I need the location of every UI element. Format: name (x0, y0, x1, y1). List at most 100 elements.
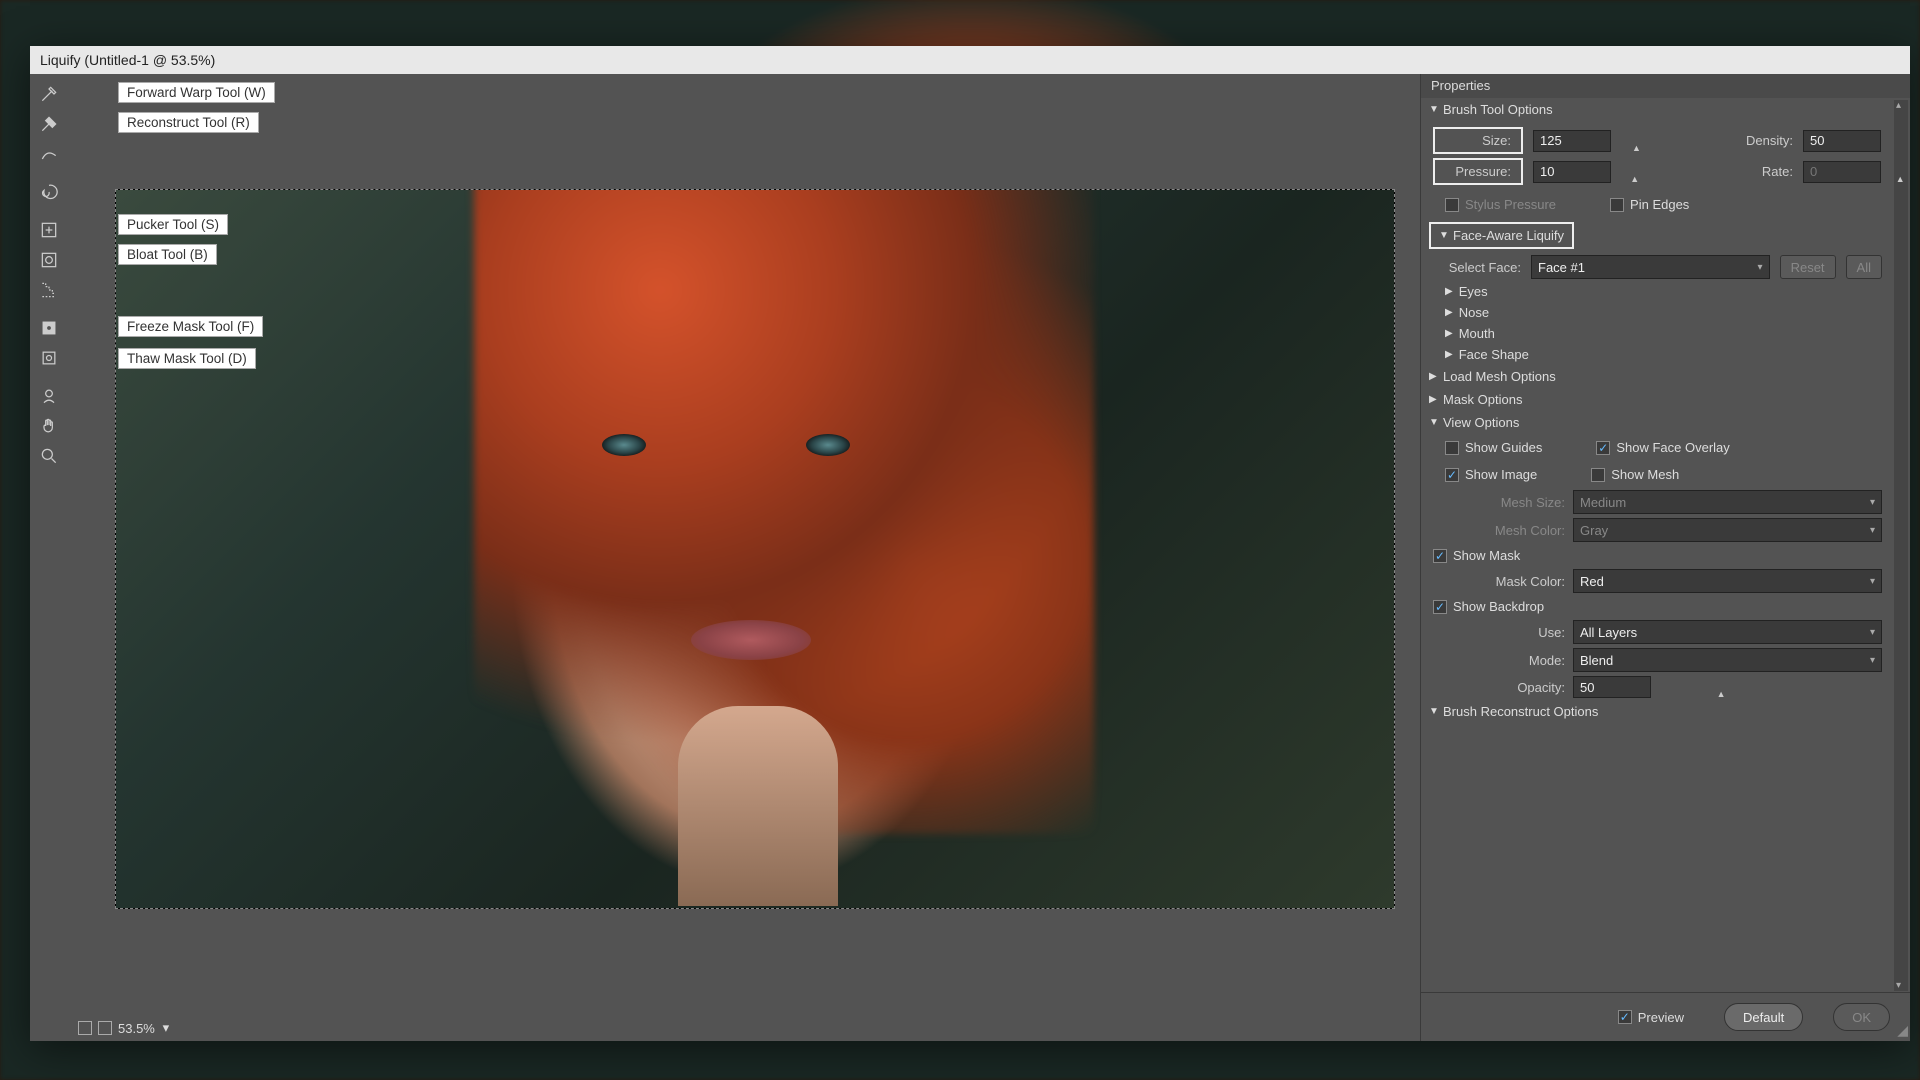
smooth-tool[interactable] (34, 140, 64, 168)
all-button[interactable]: All (1846, 255, 1882, 279)
subsection-eyes[interactable]: ▶Eyes (1421, 281, 1894, 302)
pressure-input[interactable] (1533, 161, 1611, 183)
pin-edges-checkbox[interactable] (1610, 198, 1624, 212)
section-load-mesh[interactable]: ▶ Load Mesh Options (1421, 365, 1894, 388)
show-mask-checkbox[interactable] (1433, 549, 1447, 563)
reconstruct-tool[interactable] (34, 110, 64, 138)
resize-grip-icon[interactable]: ◢ (1897, 1022, 1908, 1039)
opacity-slider[interactable] (1659, 692, 1779, 696)
show-backdrop-checkbox[interactable] (1433, 600, 1447, 614)
panel-title: Properties (1421, 74, 1910, 98)
show-backdrop-label: Show Backdrop (1453, 599, 1544, 614)
canvas-container: 53.5% ▾ Forward Warp Tool (W) Reconstruc… (68, 74, 1420, 1041)
subsection-mouth[interactable]: ▶ Mouth (1421, 323, 1894, 344)
properties-panel: Properties ▼ Brush Tool Options Size: De… (1420, 74, 1910, 1041)
chevron-right-icon: ▶ (1429, 394, 1439, 405)
size-slider[interactable] (1623, 146, 1713, 150)
preview-label: Preview (1638, 1010, 1684, 1025)
stylus-pressure-checkbox (1445, 198, 1459, 212)
view-toggle-1[interactable] (78, 1021, 92, 1035)
tooltip-bloat: Bloat Tool (B) (118, 244, 217, 265)
show-guides-label: Show Guides (1465, 440, 1542, 455)
tooltip-thaw: Thaw Mask Tool (D) (118, 348, 256, 369)
rate-input (1803, 161, 1881, 183)
scrollbar[interactable] (1894, 100, 1908, 991)
mesh-color-dropdown: Gray▾ (1573, 518, 1882, 542)
subsection-nose[interactable]: ▶Nose (1421, 302, 1894, 323)
freeze-mask-tool[interactable] (34, 314, 64, 342)
section-label: View Options (1443, 415, 1519, 430)
select-face-dropdown[interactable]: Face #1 ▾ (1531, 255, 1770, 279)
section-label: Brush Tool Options (1443, 102, 1553, 117)
window-title: Liquify (Untitled-1 @ 53.5%) (40, 52, 215, 68)
image-preview-detail (806, 434, 850, 456)
show-guides-checkbox[interactable] (1445, 441, 1459, 455)
subsection-label: Mouth (1459, 326, 1495, 341)
pucker-tool[interactable] (34, 216, 64, 244)
face-tool[interactable] (34, 382, 64, 410)
density-label: Density: (1723, 133, 1793, 148)
pressure-slider[interactable] (1623, 177, 1713, 181)
liquify-dialog: Liquify (Untitled-1 @ 53.5%) (30, 46, 1910, 1041)
mask-color-label: Mask Color: (1445, 574, 1565, 589)
view-toggle-2[interactable] (98, 1021, 112, 1035)
mesh-color-label: Mesh Color: (1445, 523, 1565, 538)
mesh-size-dropdown: Medium ▾ (1573, 490, 1882, 514)
forward-warp-tool[interactable] (34, 80, 64, 108)
chevron-right-icon: ▶ (1445, 307, 1453, 318)
section-face-aware[interactable]: ▼ Face-Aware Liquify (1429, 222, 1574, 249)
mode-value: Blend (1580, 653, 1613, 668)
mask-color-dropdown[interactable]: Red ▾ (1573, 569, 1882, 593)
push-left-tool[interactable] (34, 276, 64, 304)
status-bar: 53.5% ▾ (68, 1015, 1420, 1041)
density-input[interactable] (1803, 130, 1881, 152)
chevron-right-icon: ▶ (1445, 349, 1453, 360)
reset-button[interactable]: Reset (1780, 255, 1836, 279)
show-image-checkbox[interactable] (1445, 468, 1459, 482)
section-brush-tool-options[interactable]: ▼ Brush Tool Options (1421, 98, 1894, 121)
zoom-tool[interactable] (34, 442, 64, 470)
chevron-right-icon: ▶ (1445, 328, 1453, 339)
thaw-mask-tool[interactable] (34, 344, 64, 372)
default-button[interactable]: Default (1724, 1003, 1803, 1031)
use-label: Use: (1445, 625, 1565, 640)
mode-dropdown[interactable]: Blend▾ (1573, 648, 1882, 672)
size-label[interactable]: Size: (1433, 127, 1523, 154)
section-label: Brush Reconstruct Options (1443, 704, 1598, 719)
select-face-value: Face #1 (1538, 260, 1585, 275)
tooltip-pucker: Pucker Tool (S) (118, 214, 228, 235)
subsection-face-shape[interactable]: ▶Face Shape (1421, 344, 1894, 365)
preview-checkbox[interactable] (1618, 1010, 1632, 1024)
panel-footer: Preview Default OK (1421, 992, 1910, 1041)
section-label: Load Mesh Options (1443, 369, 1556, 384)
density-slider[interactable] (1893, 146, 1910, 150)
section-label: Face-Aware Liquify (1453, 228, 1564, 243)
opacity-label: Opacity: (1445, 680, 1565, 695)
mask-color-value: Red (1580, 574, 1604, 589)
show-mesh-checkbox[interactable] (1591, 468, 1605, 482)
show-face-overlay-checkbox[interactable] (1596, 441, 1610, 455)
chevron-down-icon: ▾ (1870, 497, 1875, 508)
chevron-down-icon: ▾ (1870, 627, 1875, 638)
tooltip-forward-warp: Forward Warp Tool (W) (118, 82, 275, 103)
section-mask-options[interactable]: ▶Mask Options (1421, 388, 1894, 411)
twirl-tool[interactable] (34, 178, 64, 206)
mode-label: Mode: (1445, 653, 1565, 668)
chevron-right-icon: ▶ (1429, 371, 1439, 382)
section-view-options[interactable]: ▼View Options (1421, 411, 1894, 434)
section-brush-reconstruct[interactable]: ▼Brush Reconstruct Options (1421, 700, 1894, 723)
chevron-down-icon: ▾ (1870, 576, 1875, 587)
opacity-input[interactable] (1573, 676, 1651, 698)
canvas[interactable] (115, 189, 1395, 909)
ok-button[interactable]: OK (1833, 1003, 1890, 1031)
pressure-label[interactable]: Pressure: (1433, 158, 1523, 185)
zoom-level: 53.5% (118, 1021, 155, 1036)
mesh-size-value: Medium (1580, 495, 1626, 510)
size-input[interactable] (1533, 130, 1611, 152)
hand-tool[interactable] (34, 412, 64, 440)
zoom-dropdown[interactable]: ▾ (159, 1021, 173, 1035)
show-image-label: Show Image (1465, 467, 1537, 482)
use-dropdown[interactable]: All Layers▾ (1573, 620, 1882, 644)
chevron-down-icon: ▾ (1870, 525, 1875, 536)
bloat-tool[interactable] (34, 246, 64, 274)
